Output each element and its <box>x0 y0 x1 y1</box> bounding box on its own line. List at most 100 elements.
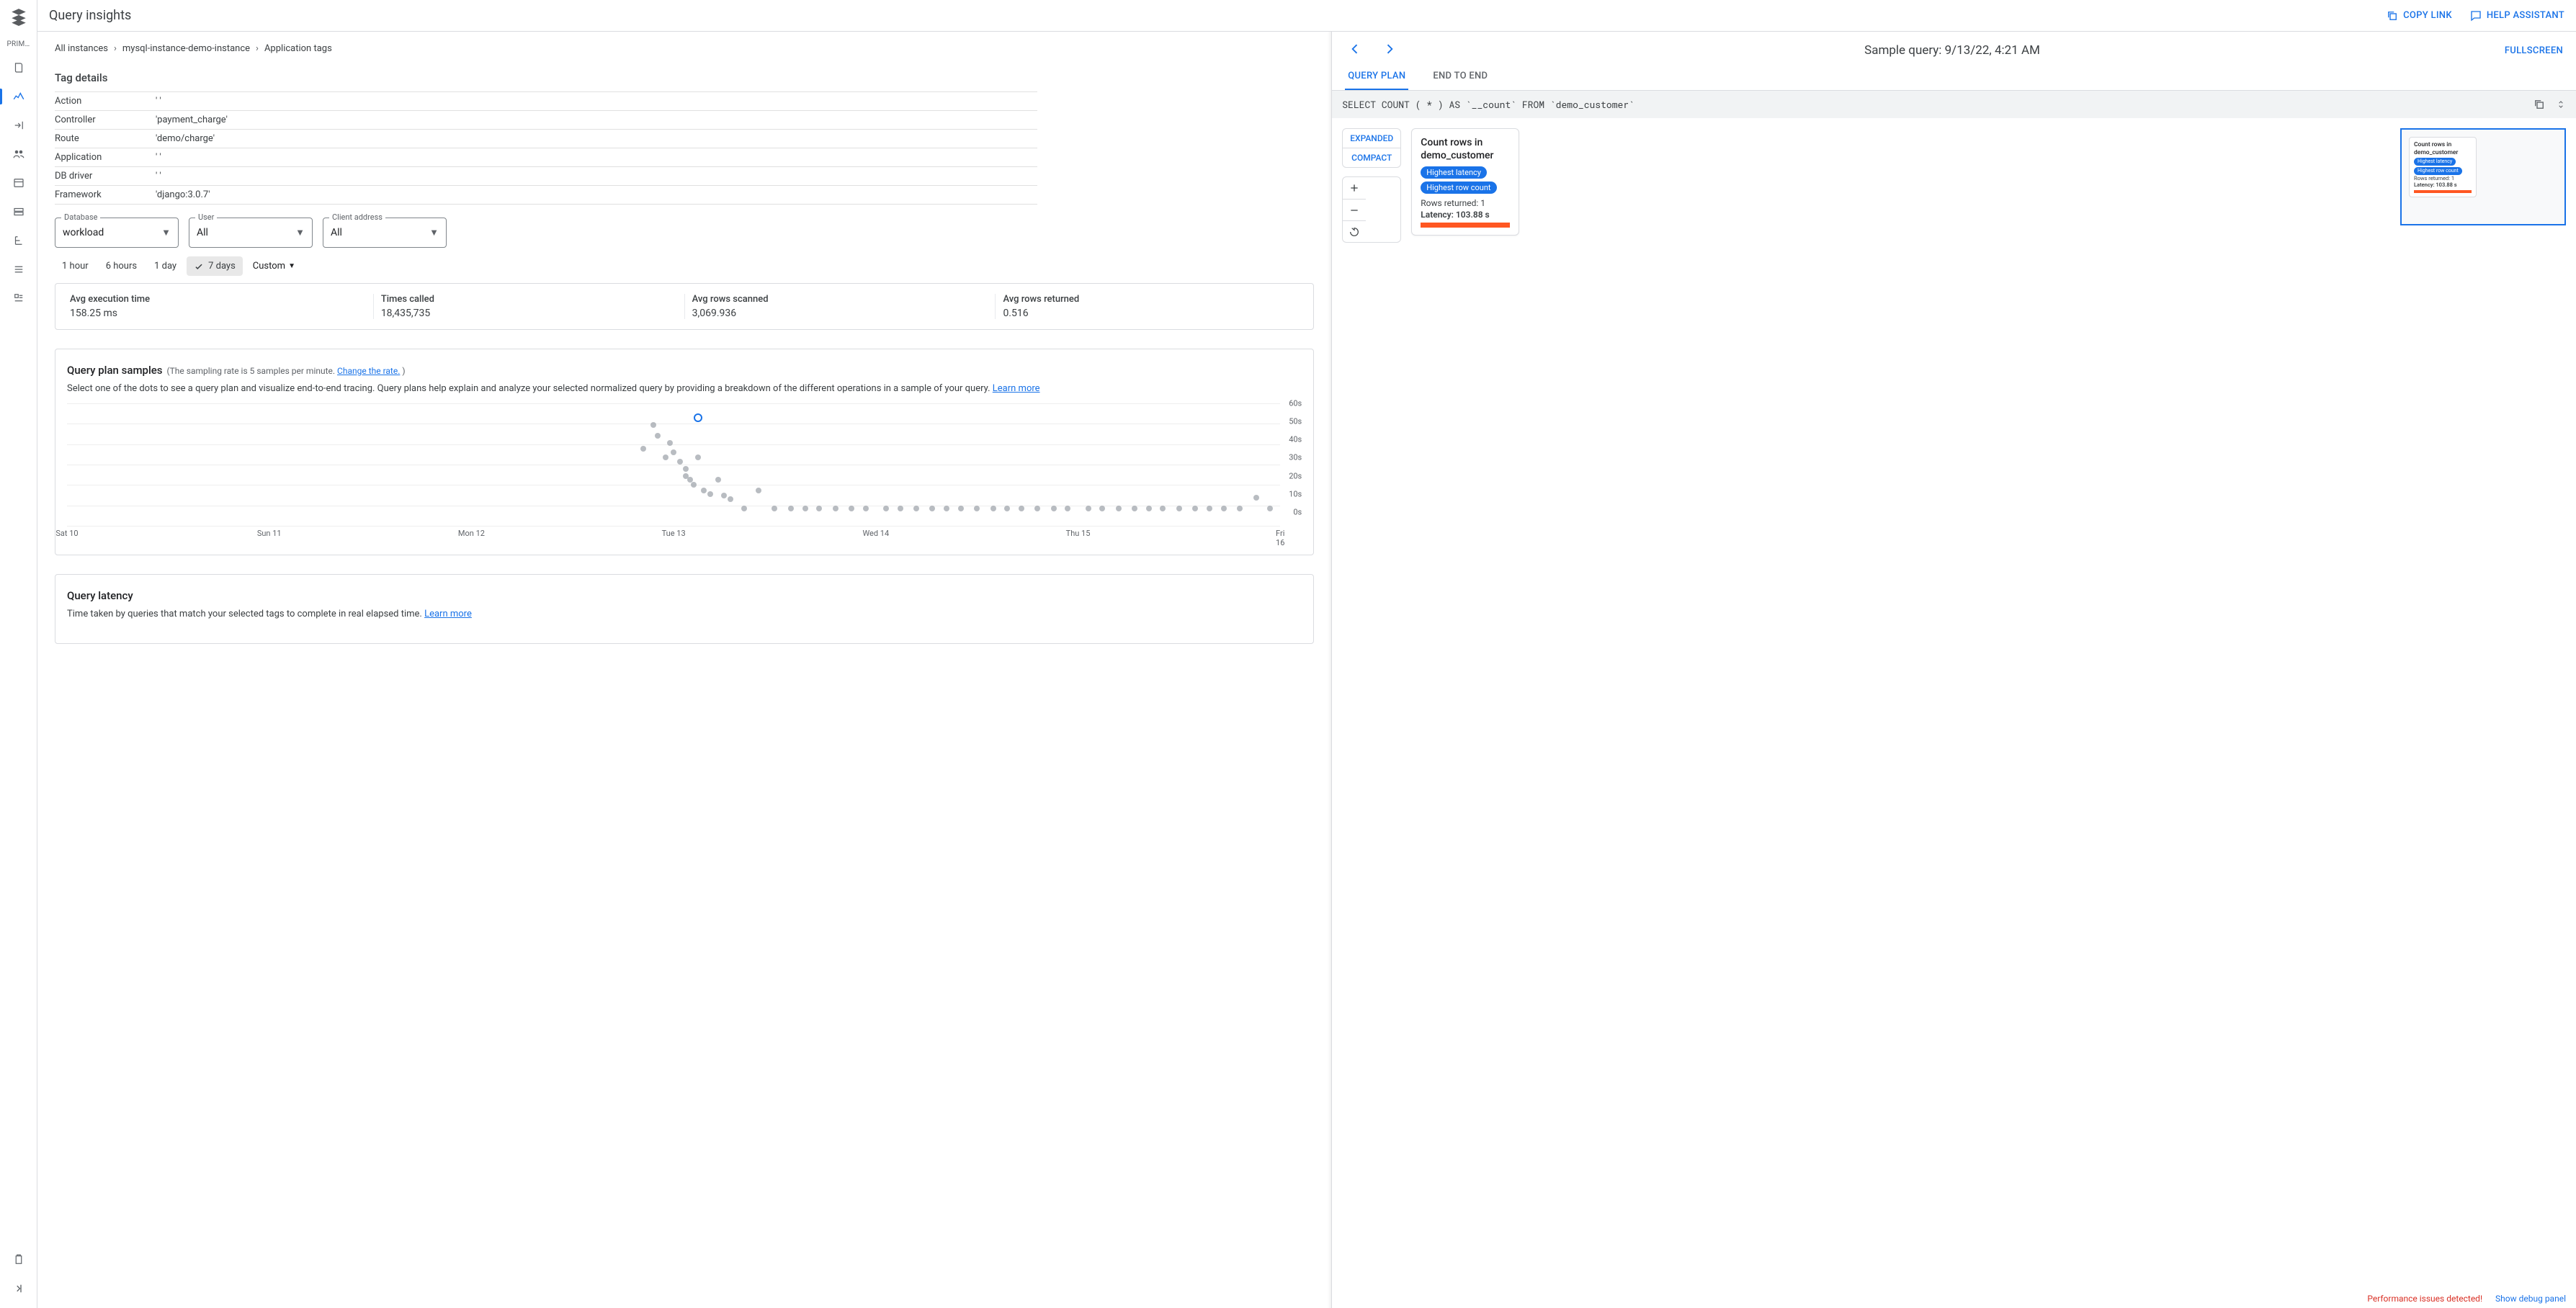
rail-item-list[interactable] <box>0 257 37 282</box>
sample-dot[interactable] <box>707 491 713 497</box>
timerange-6hours[interactable]: 6 hours <box>99 256 144 276</box>
expanded-toggle[interactable]: EXPANDED <box>1343 129 1400 148</box>
sample-dot[interactable] <box>974 506 980 511</box>
sample-dot[interactable] <box>1192 506 1198 511</box>
compact-toggle[interactable]: COMPACT <box>1343 148 1400 167</box>
plan-canvas[interactable]: EXPANDED COMPACT Count rows in demo_cust… <box>1332 118 2576 1308</box>
sample-dot[interactable] <box>721 493 727 498</box>
next-sample-button[interactable] <box>1379 39 1400 62</box>
tab-end-to-end[interactable]: END TO END <box>1430 63 1490 90</box>
zoom-reset-button[interactable] <box>1343 220 1366 242</box>
left-panel[interactable]: All instances › mysql-instance-demo-inst… <box>37 32 1332 1308</box>
learn-more-link[interactable]: Learn more <box>993 383 1040 394</box>
sample-dot[interactable] <box>1034 506 1040 511</box>
change-rate-link[interactable]: Change the rate. <box>337 366 400 376</box>
prev-sample-button[interactable] <box>1345 39 1365 62</box>
sample-dot[interactable] <box>701 488 707 493</box>
sample-dot[interactable] <box>1207 506 1212 511</box>
sample-dot[interactable] <box>816 506 822 511</box>
breadcrumb-root[interactable]: All instances <box>55 43 108 54</box>
sample-dot[interactable] <box>1160 506 1166 511</box>
sample-dot[interactable] <box>663 454 668 460</box>
sample-dot[interactable] <box>655 433 661 439</box>
rail-item-insights[interactable] <box>0 84 37 109</box>
expand-icon[interactable] <box>2556 98 2566 111</box>
sample-dot[interactable] <box>1237 506 1243 511</box>
sample-dot[interactable] <box>944 506 949 511</box>
sample-dot[interactable] <box>772 506 777 511</box>
plan-node[interactable]: Count rows in demo_customer Highest late… <box>1411 128 1519 236</box>
plan-minimap[interactable]: Count rows in demo_customer Highest late… <box>2400 128 2566 225</box>
help-assistant-button[interactable]: HELP ASSISTANT <box>2469 9 2564 22</box>
sample-dot[interactable] <box>687 477 693 483</box>
sample-dot[interactable] <box>1267 506 1273 511</box>
sample-dot[interactable] <box>849 506 854 511</box>
sample-dot[interactable] <box>1176 506 1182 511</box>
sample-dot[interactable] <box>650 422 656 428</box>
rail-item-storage[interactable] <box>0 200 37 224</box>
sample-dot[interactable] <box>741 506 747 511</box>
zoom-in-button[interactable] <box>1343 177 1366 199</box>
sample-dot[interactable] <box>671 449 676 455</box>
tag-key: Route <box>55 133 156 144</box>
timerange-custom[interactable]: Custom ▼ <box>246 256 303 276</box>
sample-dot[interactable] <box>691 482 697 488</box>
sample-dot[interactable] <box>1146 506 1152 511</box>
timerange-1hour[interactable]: 1 hour <box>55 256 96 276</box>
rail-item-form[interactable] <box>0 286 37 310</box>
timerange-7days[interactable]: 7 days <box>187 256 243 276</box>
sample-dot[interactable] <box>1221 506 1227 511</box>
side-rail-section-label: PRIM… <box>0 37 37 51</box>
sample-dot[interactable] <box>802 506 808 511</box>
sample-dot[interactable] <box>640 446 646 452</box>
sample-dot[interactable] <box>929 506 935 511</box>
database-select[interactable]: Database workload ▼ <box>55 218 179 248</box>
sample-dot[interactable] <box>667 440 673 446</box>
sample-dot[interactable] <box>1116 506 1122 511</box>
sample-dot[interactable] <box>1019 506 1024 511</box>
rail-item-panel[interactable] <box>0 171 37 195</box>
sample-dot[interactable] <box>990 506 996 511</box>
copy-link-button[interactable]: COPY LINK <box>2386 9 2452 22</box>
user-select[interactable]: User All ▼ <box>189 218 313 248</box>
sample-dot[interactable] <box>756 488 761 493</box>
copy-icon[interactable] <box>2533 98 2546 111</box>
sample-dot[interactable] <box>1099 506 1105 511</box>
sample-dot[interactable] <box>913 506 919 511</box>
sample-dot[interactable] <box>788 506 794 511</box>
zoom-out-button[interactable] <box>1343 199 1366 220</box>
sample-dot[interactable] <box>833 506 838 511</box>
sample-dot[interactable] <box>958 506 964 511</box>
sample-dot[interactable] <box>898 506 903 511</box>
sample-dot[interactable] <box>1051 506 1057 511</box>
plan-node-title: Count rows in demo_customer <box>1421 136 1510 162</box>
fullscreen-button[interactable]: FULLSCREEN <box>2505 45 2563 56</box>
timerange-1day[interactable]: 1 day <box>147 256 184 276</box>
sample-dot[interactable] <box>1253 495 1259 501</box>
rail-item-users[interactable] <box>0 142 37 166</box>
rail-item-tree[interactable] <box>0 228 37 253</box>
rail-item-clipboard[interactable] <box>0 1247 37 1272</box>
show-debug-link[interactable]: Show debug panel <box>2495 1294 2566 1304</box>
sample-dot[interactable] <box>715 477 721 483</box>
sample-dot[interactable] <box>683 466 689 472</box>
rail-item-collapse[interactable] <box>0 1276 37 1301</box>
sample-dot[interactable] <box>863 506 869 511</box>
learn-more-link[interactable]: Learn more <box>424 609 472 619</box>
sample-dot[interactable] <box>883 506 889 511</box>
sample-dot[interactable] <box>695 454 701 460</box>
sample-dot[interactable] <box>1086 506 1091 511</box>
rail-item-import[interactable] <box>0 113 37 138</box>
sample-dot[interactable] <box>1065 506 1070 511</box>
rail-item-book[interactable] <box>0 55 37 80</box>
tag-key: Application <box>55 152 156 163</box>
sample-dot[interactable] <box>1004 506 1010 511</box>
samples-scatter-chart[interactable]: 0s10s20s30s40s50s60sSat 10Sun 11Mon 12Tu… <box>67 403 1302 540</box>
client-address-select[interactable]: Client address All ▼ <box>323 218 447 248</box>
sample-dot[interactable] <box>728 496 733 502</box>
sample-dot-selected[interactable] <box>694 413 702 422</box>
breadcrumb-instance[interactable]: mysql-instance-demo-instance <box>122 43 250 54</box>
sample-dot[interactable] <box>677 459 683 465</box>
sample-dot[interactable] <box>1132 506 1137 511</box>
tab-query-plan[interactable]: QUERY PLAN <box>1345 63 1408 90</box>
